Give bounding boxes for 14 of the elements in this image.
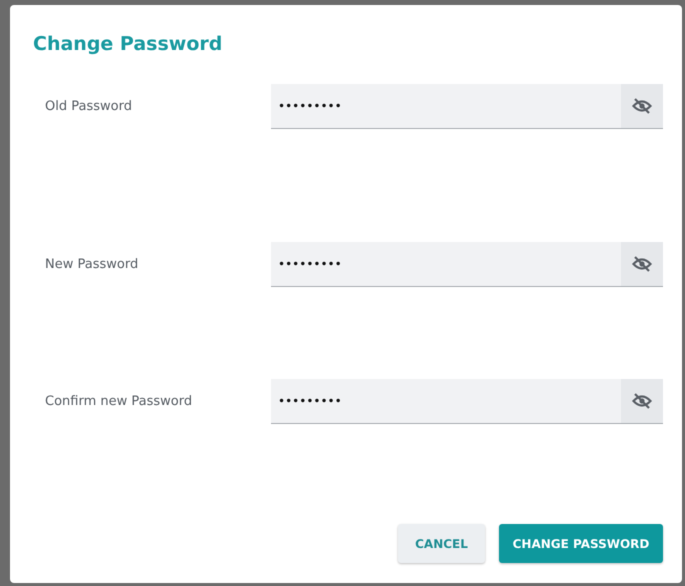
field-label: Confirm new Password <box>44 394 194 409</box>
field-label: Old Password <box>44 99 133 114</box>
password-field[interactable]: ••••••••• <box>271 242 621 287</box>
visibility-toggle[interactable] <box>621 84 663 129</box>
eye-slash-icon <box>632 98 652 114</box>
password-field[interactable]: ••••••••• <box>271 379 621 424</box>
dialog-title: Change Password <box>33 33 224 55</box>
field-label: New Password <box>44 257 140 272</box>
eye-slash-icon <box>632 256 652 272</box>
visibility-toggle[interactable] <box>621 379 663 424</box>
eye-slash-icon <box>632 393 652 409</box>
change-password-button[interactable]: CHANGE PASSWORD <box>499 524 663 563</box>
visibility-toggle[interactable] <box>621 242 663 287</box>
password-field[interactable]: ••••••••• <box>271 84 621 129</box>
